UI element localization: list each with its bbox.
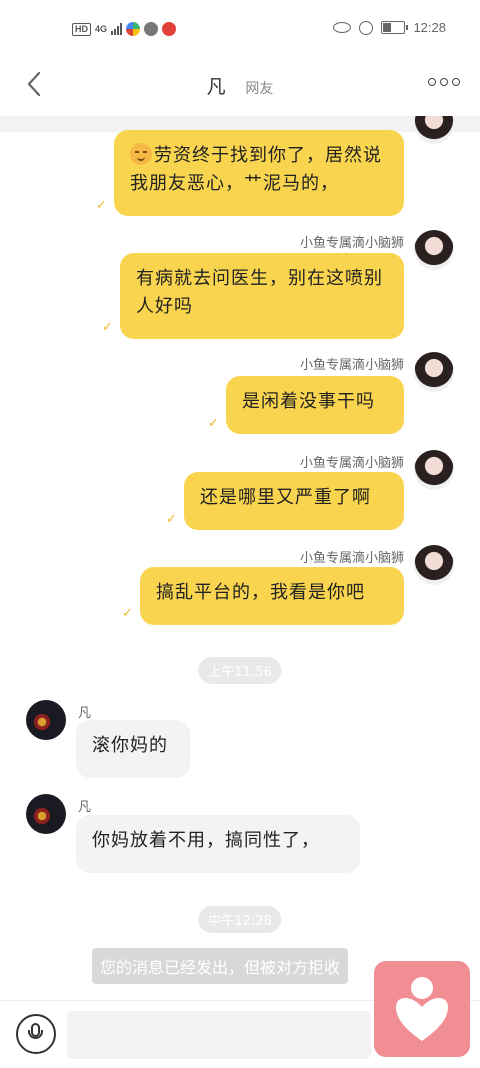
check-icon: ✓ [208, 416, 219, 431]
message-text: 滚你妈的 [92, 735, 168, 756]
sender-name: 小鱼专属滴小脑狮 [299, 551, 404, 566]
check-icon: ✓ [166, 512, 177, 527]
hd-badge: HD [72, 22, 91, 36]
more-icon [428, 78, 436, 86]
message-text: 有病就去问医生，别在这喷别人好吗 [136, 268, 383, 317]
message-bubble[interactable]: 劳资终于找到你了，居然说我朋友恶心，艹泥马的， [114, 130, 404, 216]
sender-name: 小鱼专属滴小脑狮 [299, 456, 404, 471]
signal-icon [111, 23, 123, 35]
timestamp: 上午11:56 [198, 657, 282, 684]
message-input[interactable] [67, 1011, 371, 1059]
status-icons-right: 12:28 [333, 20, 446, 35]
avatar[interactable] [414, 545, 454, 585]
status-icons-left: HD 4G [72, 22, 177, 36]
wechat-icon [144, 22, 159, 36]
sender-name: 小鱼专属滴小脑狮 [299, 358, 404, 373]
check-icon: ✓ [122, 606, 133, 621]
check-icon: ✓ [96, 198, 107, 213]
message-bubble[interactable]: 有病就去问医生，别在这喷别人好吗 [120, 253, 404, 339]
app-icon-red [162, 22, 177, 36]
app-icon-colorful [126, 22, 141, 36]
message-bubble[interactable]: 滚你妈的 [76, 720, 190, 778]
sender-name: 凡 [78, 800, 92, 815]
alarm-icon [359, 20, 374, 35]
battery-icon [381, 21, 409, 34]
message-bubble[interactable]: 搞乱平台的，我看是你吧 [140, 567, 404, 625]
avatar[interactable] [414, 352, 454, 392]
avatar[interactable] [26, 700, 66, 740]
message-bubble[interactable]: 你妈放着不用，搞同性了， [76, 815, 360, 873]
floating-heart-button[interactable] [374, 961, 470, 1057]
network-label: 4G [95, 24, 108, 34]
status-time: 12:28 [413, 20, 446, 35]
sender-name: 小鱼专属滴小脑狮 [299, 236, 404, 251]
more-button[interactable] [428, 78, 460, 86]
status-bar: HD 4G 12:28 [0, 0, 480, 60]
contact-tag: 网友 [245, 81, 274, 97]
contact-name: 凡 [206, 76, 226, 98]
heart-icon [396, 977, 448, 1041]
eye-icon [333, 22, 352, 33]
avatar[interactable] [26, 794, 66, 834]
message-text: 是闲着没事干吗 [242, 391, 375, 412]
sender-name: 凡 [78, 706, 92, 721]
message-text: 你妈放着不用，搞同性了， [92, 830, 320, 851]
system-message: 您的消息已经发出，但被对方拒收 [92, 948, 349, 984]
avatar[interactable] [414, 230, 454, 270]
message-list[interactable]: 劳资终于找到你了，居然说我朋友恶心，艹泥马的， ✓ 小鱼专属滴小脑狮 有病就去问… [0, 116, 480, 1000]
message-bubble[interactable]: 是闲着没事干吗 [226, 376, 404, 434]
message-text: 搞乱平台的，我看是你吧 [156, 582, 365, 603]
message-text: 还是哪里又严重了啊 [200, 487, 371, 508]
message-text: 劳资终于找到你了，居然说我朋友恶心，艹泥马的， [130, 145, 382, 194]
microphone-icon[interactable] [16, 1014, 56, 1054]
chat-title: 凡 网友 [0, 72, 480, 99]
avatar[interactable] [414, 116, 454, 144]
avatar[interactable] [414, 450, 454, 490]
timestamp: 中午12:28 [198, 906, 282, 933]
message-bubble[interactable]: 还是哪里又严重了啊 [184, 472, 404, 530]
chat-header: 凡 网友 [0, 60, 480, 116]
smirk-emoji-icon [130, 143, 152, 165]
check-icon: ✓ [102, 320, 113, 335]
battery-level [383, 23, 391, 32]
